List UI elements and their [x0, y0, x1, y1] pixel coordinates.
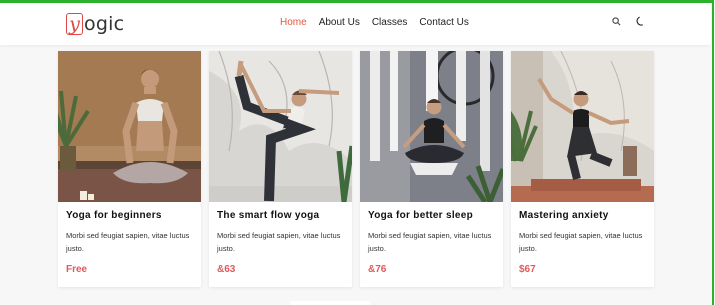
class-card[interactable]: Mastering anxiety Morbi sed feugiat sapi… [511, 51, 654, 287]
logo-mark: y [66, 13, 83, 35]
nav-actions [612, 16, 646, 27]
card-description: Morbi sed feugiat sapien, vitae luctus j… [66, 231, 190, 253]
moon-icon[interactable] [635, 16, 646, 27]
card-image-meditation [58, 51, 201, 202]
search-icon[interactable] [612, 17, 621, 26]
nav-about-us[interactable]: About Us [319, 17, 360, 29]
card-title: Yoga for better sleep [368, 210, 474, 221]
card-description: Morbi sed feugiat sapien, vitae luctus j… [368, 231, 492, 253]
card-description: Morbi sed feugiat sapien, vitae luctus j… [519, 231, 643, 253]
card-title: Mastering anxiety [519, 210, 609, 221]
card-price: &63 [217, 264, 236, 275]
class-card[interactable]: Yoga for beginners Morbi sed feugiat sap… [58, 51, 201, 287]
class-cards: Yoga for beginners Morbi sed feugiat sap… [58, 51, 654, 287]
card-price: Free [66, 264, 88, 275]
main-nav: Home About Us Classes Contact Us [280, 17, 481, 29]
card-price: $67 [519, 264, 536, 275]
logo-text: ogic [84, 13, 125, 35]
class-card[interactable]: The smart flow yoga Morbi sed feugiat sa… [209, 51, 352, 287]
card-image-dancer-pose [209, 51, 352, 202]
card-description: Morbi sed feugiat sapien, vitae luctus j… [217, 231, 341, 253]
card-image-balance-pose [511, 51, 654, 202]
bottom-divider [290, 301, 370, 305]
nav-classes[interactable]: Classes [372, 17, 408, 29]
nav-home[interactable]: Home [280, 17, 307, 29]
brand-logo[interactable]: y ogic [66, 10, 124, 38]
card-title: Yoga for beginners [66, 210, 162, 221]
card-image-aerial-yoga [360, 51, 503, 202]
class-card[interactable]: Yoga for better sleep Morbi sed feugiat … [360, 51, 503, 287]
card-title: The smart flow yoga [217, 210, 320, 221]
card-price: &76 [368, 264, 387, 275]
nav-contact-us[interactable]: Contact Us [419, 17, 468, 29]
navbar: y ogic Home About Us Classes Contact Us [0, 3, 711, 45]
